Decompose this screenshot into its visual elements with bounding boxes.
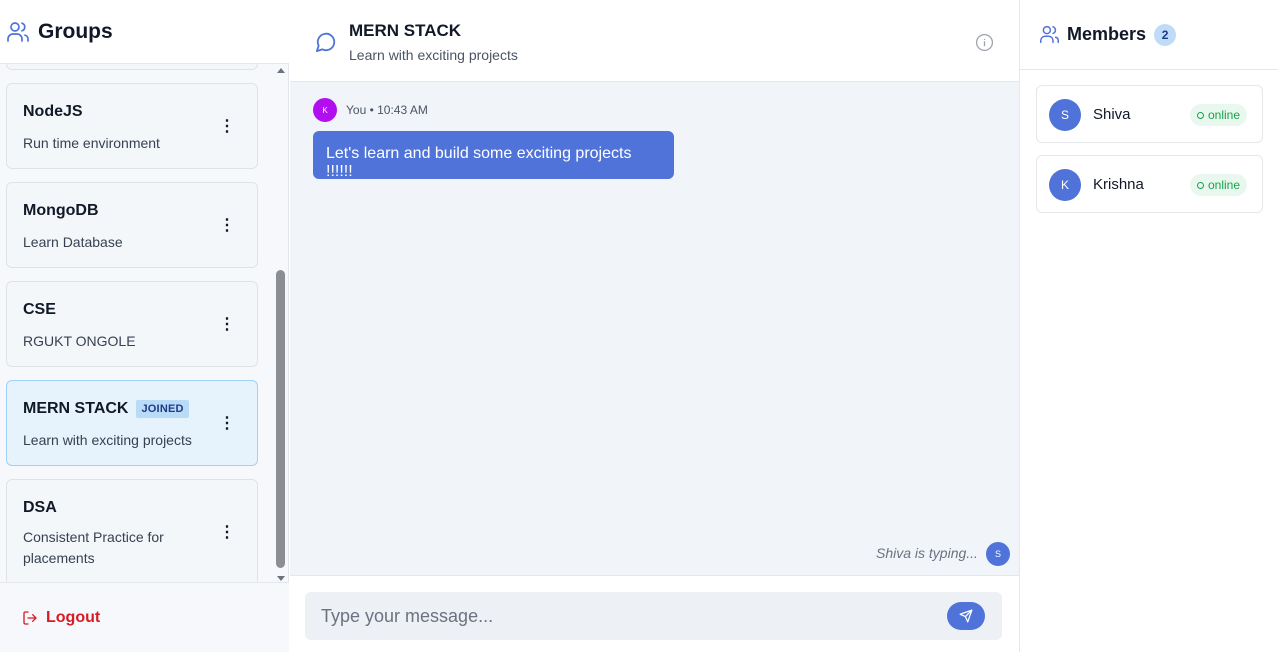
chat-title: MERN STACK: [349, 21, 462, 40]
group-name: NodeJS: [23, 103, 83, 120]
group-card-mongodb[interactable]: MongoDB Learn Database ⋮: [6, 182, 258, 268]
group-name: CSE: [23, 301, 56, 318]
logout-button[interactable]: Logout: [22, 609, 100, 627]
group-name-row: MERN STACK JOINED: [23, 400, 189, 418]
online-dot-icon: [1197, 181, 1204, 189]
group-menu-button[interactable]: ⋮: [219, 119, 235, 135]
typing-indicator: Shiva is typing...: [876, 545, 978, 561]
group-name: MERN STACK: [23, 400, 129, 417]
chat-panel: MERN STACK Learn with exciting projects …: [290, 0, 1019, 652]
group-description: Learn with exciting projects: [23, 432, 192, 448]
sidebar-header: Groups: [0, 0, 289, 64]
group-card-cse[interactable]: CSE RGUKT ONGOLE ⋮: [6, 281, 258, 367]
info-icon[interactable]: [975, 33, 994, 52]
sidebar-footer: Logout: [0, 582, 289, 652]
group-card-partial[interactable]: [6, 64, 258, 70]
group-menu-button[interactable]: ⋮: [219, 525, 235, 541]
group-description: Run time environment: [23, 135, 160, 151]
message-meta: You • 10:43 AM: [346, 103, 428, 117]
group-menu-button[interactable]: ⋮: [219, 416, 235, 432]
chat-header: MERN STACK Learn with exciting projects: [290, 0, 1019, 82]
members-title: Members: [1067, 24, 1147, 44]
status-badge: online: [1190, 174, 1248, 196]
groups-sidebar: Groups NodeJS Run time environment ⋮ Mon…: [0, 0, 289, 652]
logout-icon: [23, 610, 37, 625]
group-card-dsa[interactable]: DSA Consistent Practice for placements ⋮: [6, 479, 258, 582]
chat-subtitle: Learn with exciting projects: [349, 47, 518, 63]
users-icon: [1040, 25, 1059, 44]
status-badge: online: [1190, 104, 1248, 126]
composer-field: [305, 592, 1002, 640]
group-description: Consistent Practice for placements: [23, 529, 164, 566]
member-avatar: S: [1049, 99, 1081, 131]
logout-label: Logout: [46, 608, 101, 626]
member-name: Shiva: [1093, 106, 1131, 123]
joined-badge: JOINED: [136, 400, 189, 418]
users-icon: [7, 21, 29, 42]
group-name: MongoDB: [23, 202, 99, 219]
sidebar-title: Groups: [38, 19, 113, 43]
status-label: online: [1208, 108, 1241, 122]
group-description: RGUKT ONGOLE: [23, 333, 136, 349]
message-bubble: Let's learn and build some exciting proj…: [313, 131, 674, 180]
group-card-nodejs[interactable]: NodeJS Run time environment ⋮: [6, 83, 258, 169]
group-name: DSA: [23, 499, 57, 516]
chat-app: Groups NodeJS Run time environment ⋮ Mon…: [0, 0, 1280, 652]
typing-avatar: S: [986, 542, 1010, 566]
scroll-up-arrow-icon[interactable]: [277, 68, 285, 73]
message-composer: [290, 575, 1019, 652]
member-card-krishna[interactable]: K Krishna online: [1036, 155, 1263, 213]
members-count-badge: 2: [1154, 23, 1177, 46]
members-header: Members 2: [1020, 0, 1278, 70]
scroll-down-arrow-icon[interactable]: [277, 576, 285, 581]
member-card-shiva[interactable]: S Shiva online: [1036, 85, 1263, 143]
group-card-mern-stack[interactable]: MERN STACK JOINED Learn with exciting pr…: [6, 380, 258, 466]
online-dot-icon: [1197, 111, 1204, 119]
group-list: NodeJS Run time environment ⋮ MongoDB Le…: [0, 64, 289, 582]
chat-bubble-icon: [315, 32, 336, 53]
scrollbar-thumb[interactable]: [276, 270, 285, 568]
message-avatar: K: [313, 98, 337, 122]
members-panel: Members 2 S Shiva online K Krishna onlin…: [1019, 0, 1278, 652]
group-menu-button[interactable]: ⋮: [219, 317, 235, 333]
group-description: Learn Database: [23, 234, 123, 250]
status-label: online: [1208, 178, 1241, 192]
send-button[interactable]: [947, 602, 985, 630]
message-input[interactable]: [305, 592, 925, 640]
group-menu-button[interactable]: ⋮: [219, 218, 235, 234]
member-avatar: K: [1049, 169, 1081, 201]
send-icon: [959, 609, 973, 623]
member-name: Krishna: [1093, 176, 1144, 193]
